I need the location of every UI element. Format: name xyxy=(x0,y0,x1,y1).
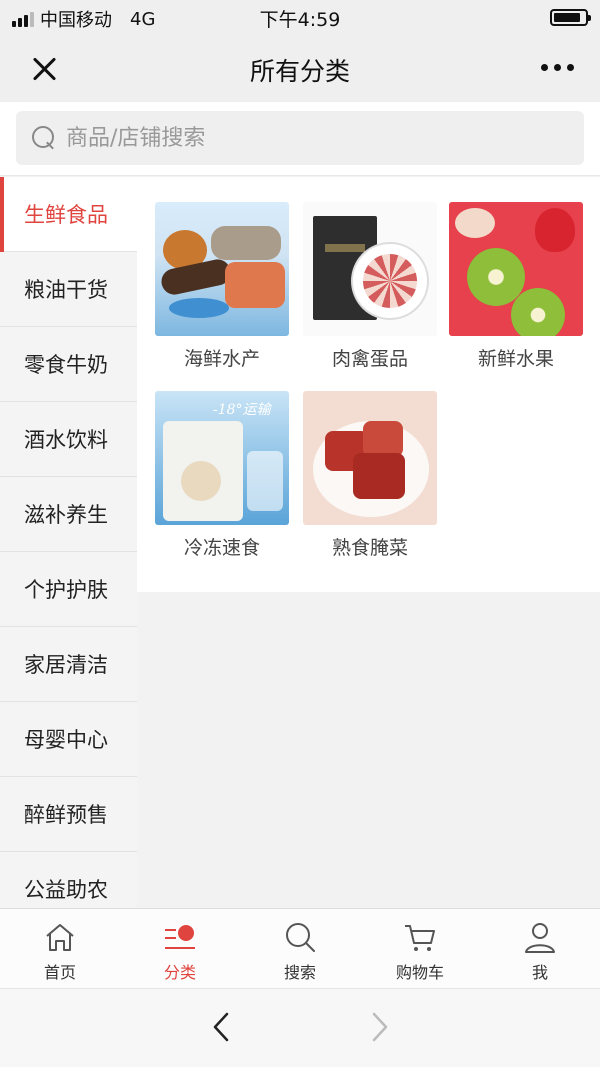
sidebar-item-snacks-milk[interactable]: 零食牛奶 xyxy=(0,327,137,402)
fruit-image xyxy=(449,202,583,336)
search-bar xyxy=(0,102,600,176)
category-label: 熟食腌菜 xyxy=(331,537,408,559)
search-input[interactable] xyxy=(66,125,546,151)
meat-image xyxy=(303,202,437,336)
more-icon[interactable] xyxy=(541,64,574,71)
status-bar: 中国移动 4G 下午4:59 xyxy=(0,0,600,34)
tab-label: 搜索 xyxy=(283,963,316,982)
battery-level xyxy=(554,13,580,22)
category-grid: 海鲜水产 肉禽蛋品 新鲜水果 -18°运输 冷冻速食 熟食腌菜 xyxy=(137,177,600,592)
user-icon xyxy=(525,923,555,953)
sidebar-item-personal-care[interactable]: 个护护肤 xyxy=(0,552,137,627)
category-card-frozen[interactable]: -18°运输 冷冻速食 xyxy=(155,391,289,560)
category-label: 新鲜水果 xyxy=(477,348,554,370)
sidebar-item-health[interactable]: 滋补养生 xyxy=(0,477,137,552)
frozen-image: -18°运输 xyxy=(155,391,289,525)
tab-me[interactable]: 我 xyxy=(480,909,600,988)
sidebar-item-fresh-food[interactable]: 生鲜食品 xyxy=(0,177,137,252)
tab-search[interactable]: 搜索 xyxy=(240,909,360,988)
home-icon xyxy=(46,924,74,951)
battery-icon xyxy=(550,9,591,26)
sidebar-item-drinks[interactable]: 酒水饮料 xyxy=(0,402,137,477)
category-card-seafood[interactable]: 海鲜水产 xyxy=(155,202,289,371)
search-box[interactable] xyxy=(16,111,584,165)
category-label: 海鲜水产 xyxy=(183,348,260,370)
browser-nav-bar xyxy=(0,988,600,1067)
tab-label: 分类 xyxy=(163,963,196,982)
bottom-tab-bar: 首页 分类 搜索 购物车 我 xyxy=(0,908,600,988)
category-card-cooked[interactable]: 熟食腌菜 xyxy=(303,391,437,560)
forward-arrow-icon[interactable] xyxy=(362,1009,398,1045)
back-arrow-icon[interactable] xyxy=(205,1009,241,1045)
category-card-meat-eggs[interactable]: 肉禽蛋品 xyxy=(303,202,437,371)
tab-label: 购物车 xyxy=(395,963,444,982)
category-card-fruit[interactable]: 新鲜水果 xyxy=(449,202,583,371)
category-sidebar: 生鲜食品 粮油干货 零食牛奶 酒水饮料 滋补养生 个护护肤 家居清洁 母婴中心 … xyxy=(0,177,137,908)
nav-bar: 所有分类 xyxy=(0,34,600,102)
cart-icon xyxy=(405,925,435,951)
tab-label: 我 xyxy=(531,963,548,982)
page-title: 所有分类 xyxy=(249,57,350,86)
sidebar-item-mother-baby[interactable]: 母婴中心 xyxy=(0,702,137,777)
search-icon xyxy=(286,923,315,952)
search-icon xyxy=(32,126,56,150)
tab-category[interactable]: 分类 xyxy=(120,909,240,988)
cooked-image xyxy=(303,391,437,525)
tab-label: 首页 xyxy=(43,963,76,982)
tab-home[interactable]: 首页 xyxy=(0,909,120,988)
sidebar-item-home-cleaning[interactable]: 家居清洁 xyxy=(0,627,137,702)
frozen-image-tag: -18°运输 xyxy=(213,402,271,418)
sidebar-item-charity-farm[interactable]: 公益助农 xyxy=(0,852,137,908)
tab-cart[interactable]: 购物车 xyxy=(360,909,480,988)
category-label: 冷冻速食 xyxy=(183,537,260,559)
status-time: 下午4:59 xyxy=(259,9,341,31)
category-icon xyxy=(165,925,195,949)
seafood-image xyxy=(155,202,289,336)
category-label: 肉禽蛋品 xyxy=(331,348,408,370)
sidebar-item-grain-oil[interactable]: 粮油干货 xyxy=(0,252,137,327)
sidebar-item-presale[interactable]: 醉鲜预售 xyxy=(0,777,137,852)
